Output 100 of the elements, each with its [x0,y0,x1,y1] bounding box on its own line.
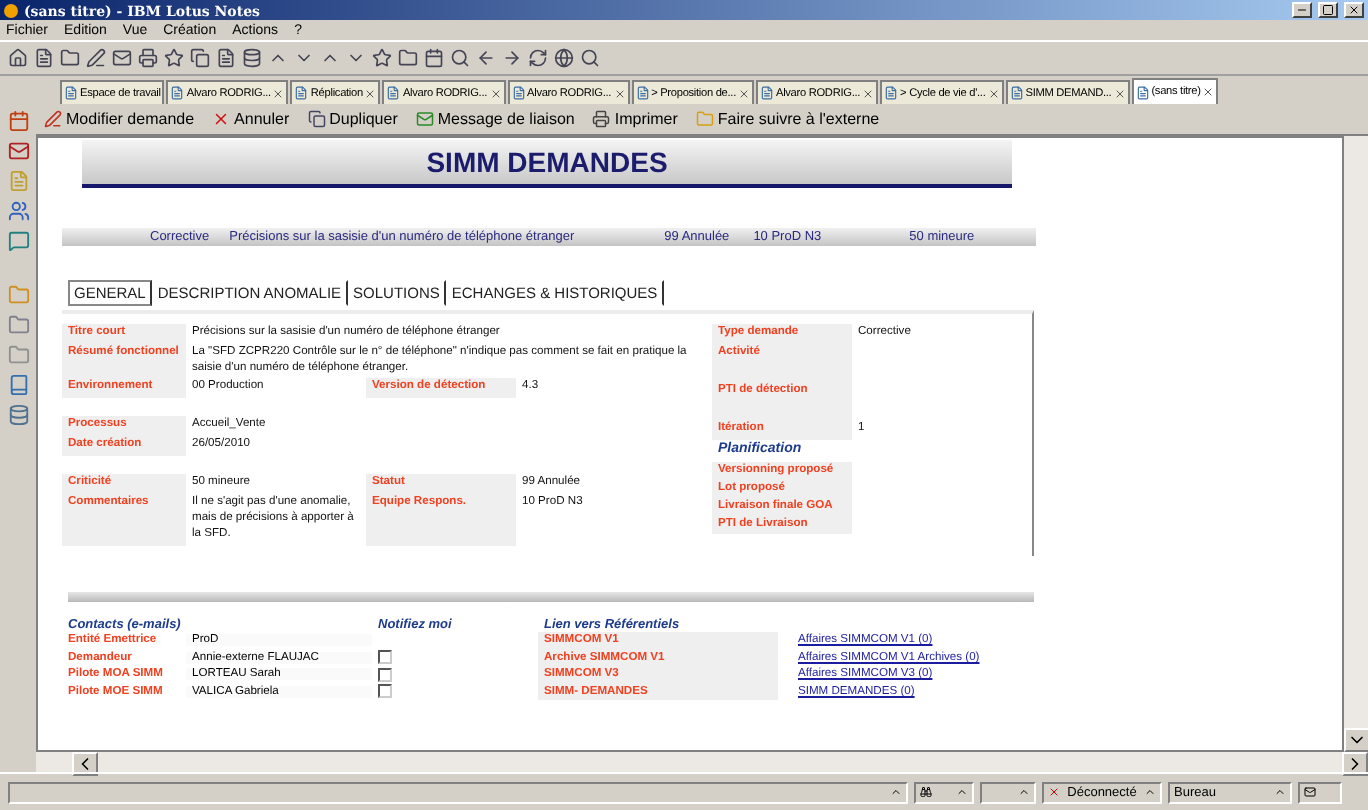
toolbar-glyph-icon [112,48,132,68]
toolbar-icon[interactable] [476,48,496,68]
document-icon [294,86,309,100]
toolbar-glyph-icon [424,48,444,68]
toolbar-glyph-icon [8,48,28,68]
maximize-button[interactable] [1318,2,1338,18]
toolbar-glyph-icon [450,48,470,68]
toolbar-glyph-icon [86,48,106,68]
caret-icon [1274,786,1286,798]
toolbar-glyph-icon [398,48,418,68]
close-icon [272,87,285,99]
close-button[interactable] [1344,2,1364,18]
copy-icon [307,110,326,128]
toolbar-icon[interactable] [86,48,106,68]
bookmark-icon [7,344,29,366]
toolbar-icon[interactable] [580,48,600,68]
toolbar-icon[interactable] [398,48,418,68]
binoculars-icon [920,786,932,798]
bookmark-icon [7,374,29,396]
scroll-right-button[interactable] [1342,752,1368,776]
bookmark-icon [7,170,29,192]
close-icon [613,87,626,99]
toolbar-glyph-icon [554,48,574,68]
toolbar-icon[interactable] [34,48,54,68]
toolbar-icon[interactable] [60,48,80,68]
toolbar-icon[interactable] [372,48,392,68]
toolbar-glyph-icon [190,48,210,68]
action-button[interactable]: Dupliquer [307,110,398,128]
bookmark-icon [7,200,29,222]
document-icon [1135,85,1150,99]
toolbar-icon[interactable] [138,48,158,68]
notify-checkbox[interactable] [378,650,392,665]
document-icon [635,86,650,100]
action-button[interactable]: Faire suivre à l'externe [695,110,880,128]
document-icon [1009,86,1024,100]
action-button[interactable]: Modifier demande [44,110,195,128]
minimize-button[interactable] [1292,2,1312,18]
toolbar-icon[interactable] [112,48,132,68]
action-button[interactable]: Imprimer [592,110,678,128]
toolbar-icon[interactable] [424,48,444,68]
close-icon [862,87,875,99]
document-icon [511,86,526,100]
document-icon [884,86,899,100]
close-icon [489,87,502,99]
forward-icon [695,110,714,128]
toolbar-glyph-icon [164,48,184,68]
action-button[interactable]: Message de liaison [415,110,575,128]
mail-icon [415,110,434,128]
bookmark-icon [7,284,29,306]
toolbar-glyph-icon [242,48,262,68]
close-icon [987,87,1000,99]
scroll-left-button[interactable] [72,752,98,776]
toolbar-icon[interactable] [216,48,236,68]
caret-icon [1143,786,1156,798]
scroll-down-button[interactable] [1344,728,1368,752]
caret-icon [890,786,902,798]
toolbar-glyph-icon [372,48,392,68]
close-icon [737,87,750,99]
notify-checkbox[interactable] [378,667,392,682]
caret-icon [1018,786,1030,798]
toolbar-icon[interactable] [554,48,574,68]
toolbar-glyph-icon [502,48,522,68]
close-icon [364,87,377,99]
edit-icon [44,110,62,128]
caret-icon [956,786,968,798]
status-field[interactable] [1298,781,1342,803]
toolbar-glyph-icon [528,48,548,68]
bookmark-icon [7,230,29,252]
document-icon [64,86,78,100]
document-header: SIMM DEMANDES [82,140,1012,188]
toolbar-glyph-icon [580,48,600,68]
mail-icon [1304,786,1316,798]
toolbar-glyph-icon [476,48,496,68]
toolbar-icon[interactable] [502,48,522,68]
bookmark-icon [7,110,29,132]
toolbar-icon[interactable] [242,48,262,68]
close-icon [1202,86,1215,98]
document-icon [386,86,401,100]
app-icon [4,3,18,17]
document-icon [759,86,774,100]
toolbar-icon[interactable] [528,48,548,68]
bookmark-icon [7,140,29,162]
print-icon [592,110,611,128]
toolbar-icon[interactable] [8,48,28,68]
notify-checkbox[interactable] [378,684,392,699]
status-field[interactable] [914,781,974,803]
toolbar-icon[interactable] [190,48,210,68]
toolbar-glyph-icon [34,48,54,68]
toolbar-glyph-icon [60,48,80,68]
toolbar-icon[interactable] [164,48,184,68]
status-field[interactable] [980,781,1036,803]
action-button[interactable]: Annuler [212,110,290,128]
document-icon [170,86,185,100]
close-icon [1113,87,1126,99]
minimize-icon [1296,4,1308,16]
toolbar-glyph-icon [216,48,236,68]
cross-icon [1048,786,1060,798]
toolbar-glyph-icon [138,48,158,68]
bookmark-icon [7,314,29,336]
toolbar-icon[interactable] [450,48,470,68]
